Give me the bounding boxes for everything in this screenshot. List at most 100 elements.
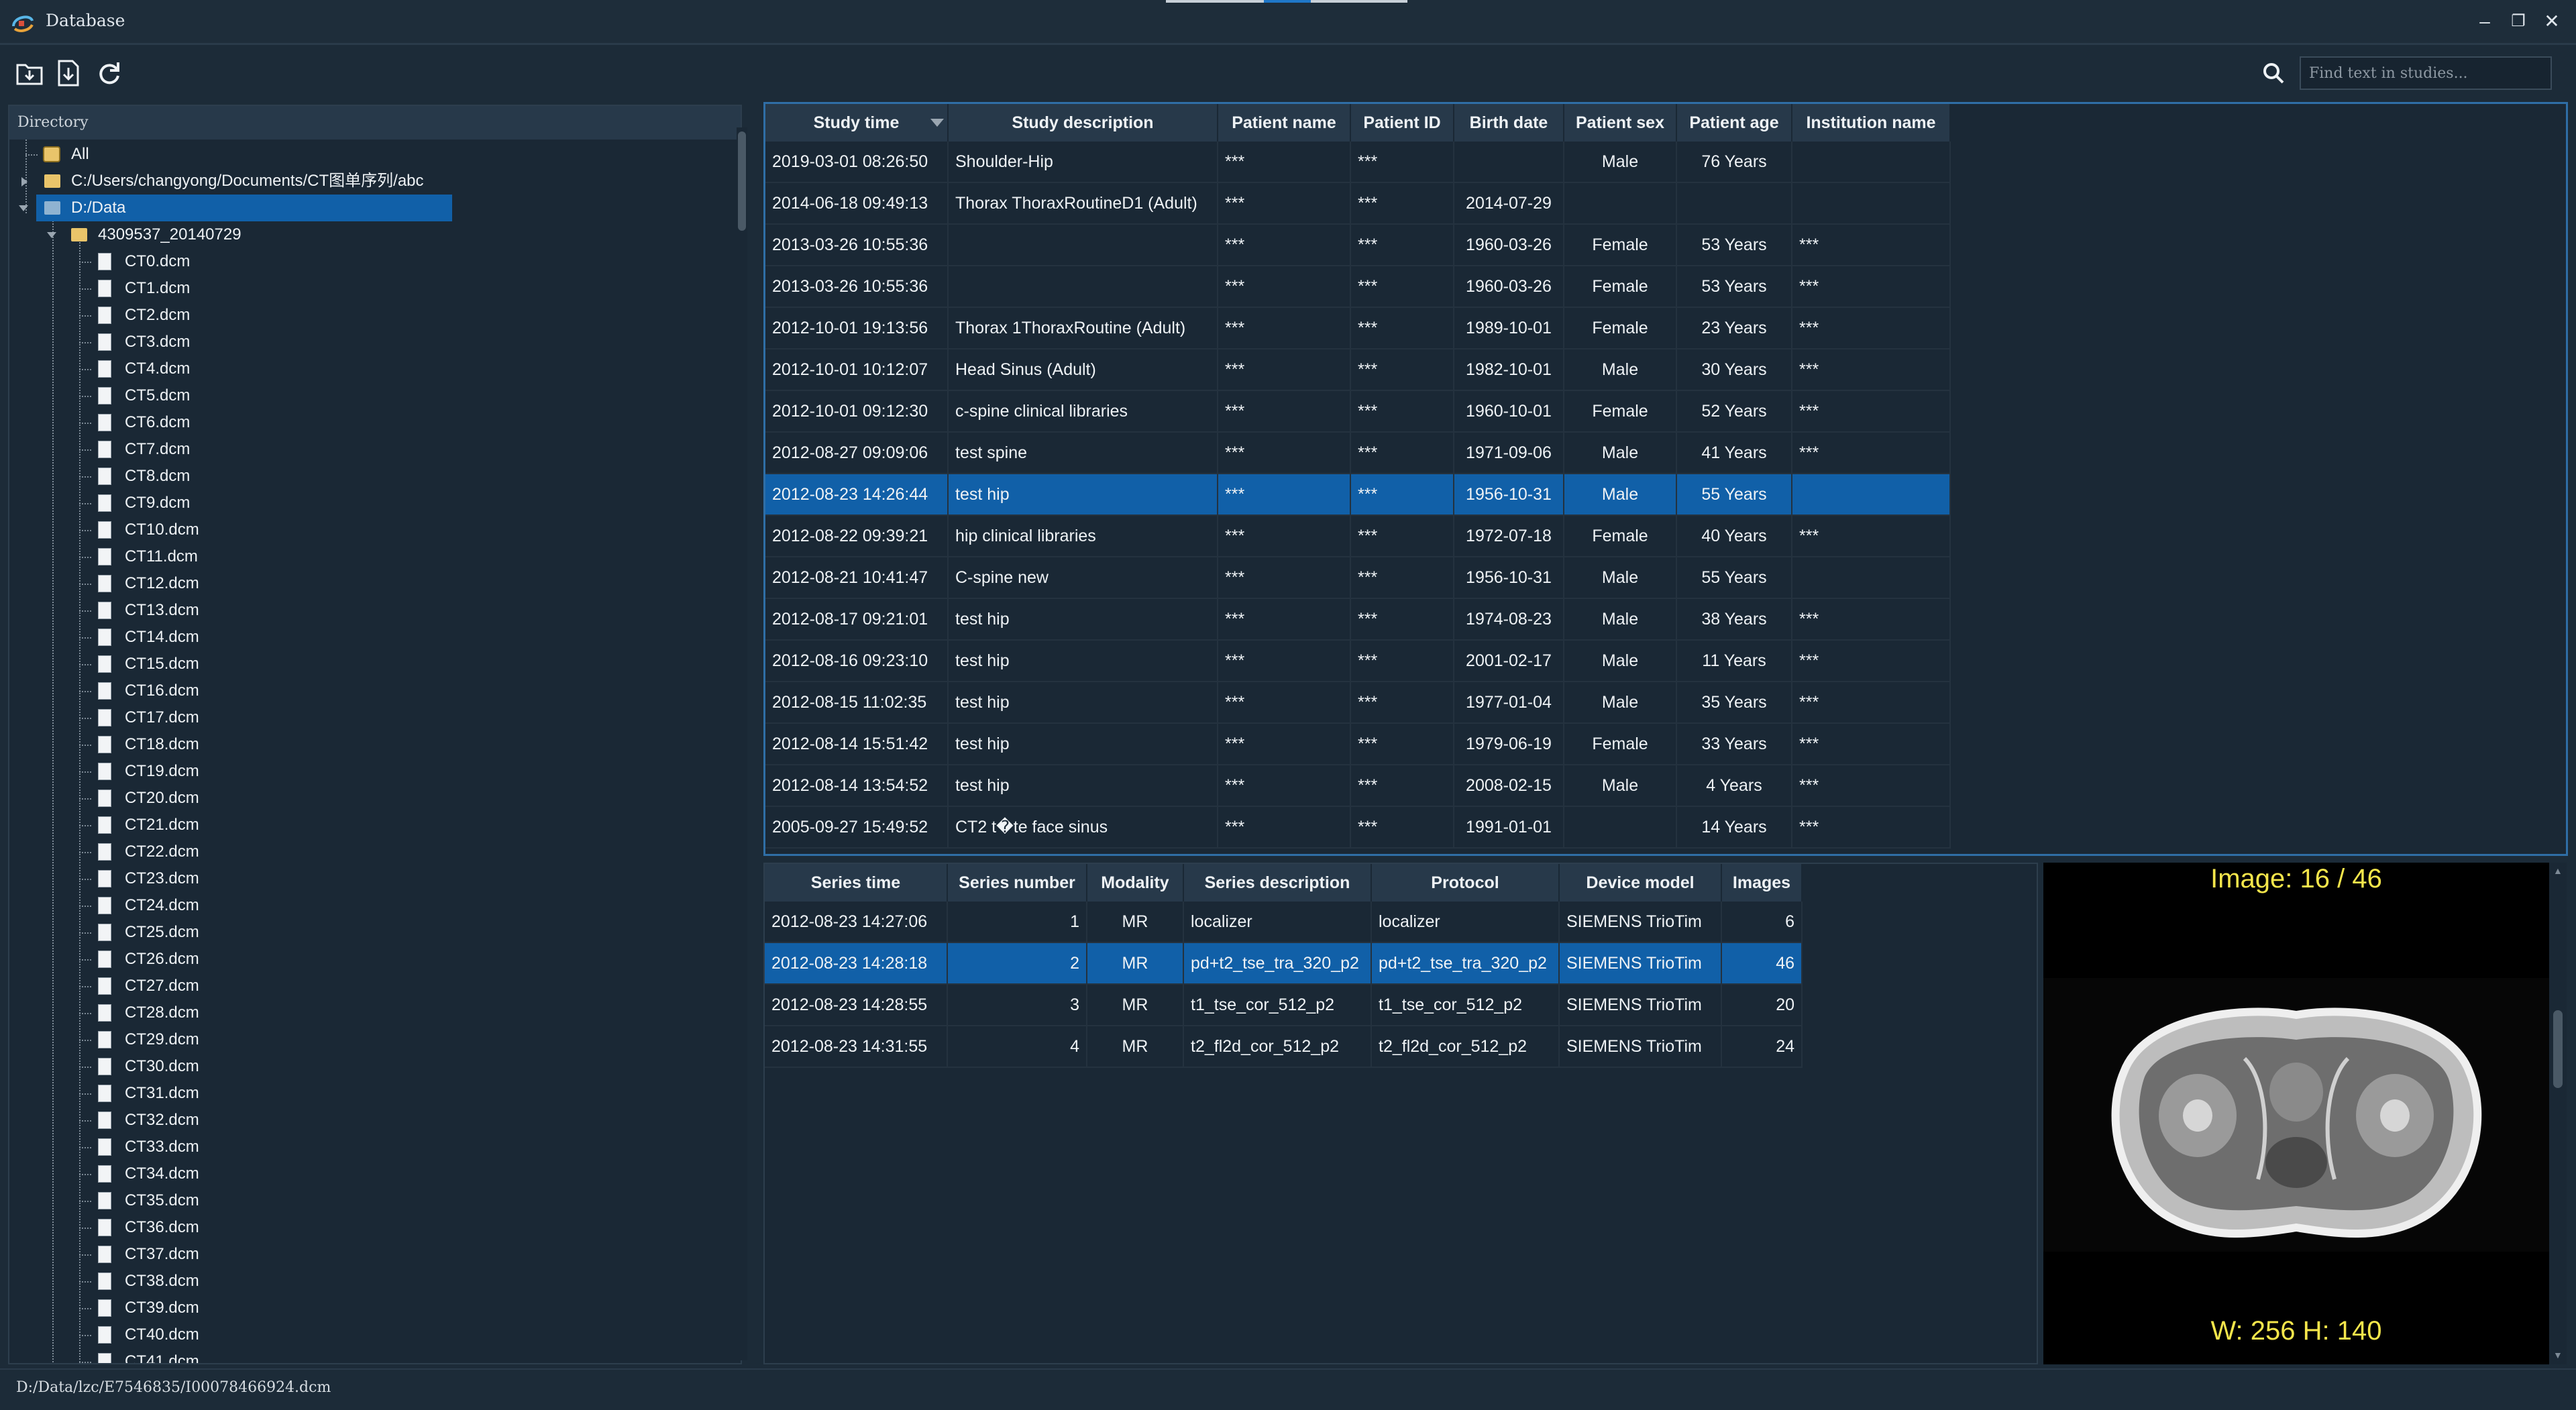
studies-row[interactable]: 2012-08-16 09:23:10test hip******2001-02… (765, 640, 1950, 682)
studies-row[interactable]: 2019-03-01 08:26:50Shoulder-Hip******Mal… (765, 142, 1950, 182)
import-folder-icon[interactable] (15, 58, 44, 88)
tree-item-file[interactable]: CT21.dcm (9, 812, 479, 838)
studies-row[interactable]: 2013-03-26 10:55:36******1960-03-26Femal… (765, 266, 1950, 307)
tree-item-file[interactable]: CT24.dcm (9, 892, 479, 919)
series-column-header[interactable]: Series time (765, 864, 947, 902)
tree-item-file[interactable]: CT9.dcm (9, 490, 479, 517)
tree-item-file[interactable]: CT8.dcm (9, 463, 479, 490)
studies-row[interactable]: 2012-10-01 09:12:30c-spine clinical libr… (765, 390, 1950, 432)
preview-scrollbar[interactable]: ▲ ▼ (2549, 863, 2567, 1364)
series-row[interactable]: 2012-08-23 14:28:553MRt1_tse_cor_512_p2t… (765, 984, 1802, 1026)
tree-item-path-d[interactable]: D:/Data (9, 195, 479, 221)
studies-row[interactable]: 2012-08-14 13:54:52test hip******2008-02… (765, 765, 1950, 806)
studies-row[interactable]: 2012-08-21 10:41:47C-spine new******1956… (765, 557, 1950, 598)
studies-column-header[interactable]: Institution name (1792, 104, 1950, 142)
tree-item-file[interactable]: CT10.dcm (9, 517, 479, 543)
tree-item-file[interactable]: CT25.dcm (9, 919, 479, 946)
tree-item-file[interactable]: CT20.dcm (9, 785, 479, 812)
minimize-button[interactable]: – (2469, 7, 2501, 36)
studies-column-header[interactable]: Study time (765, 104, 948, 142)
image-preview[interactable]: Image: 16 / 46 W: 256 H: 140 (2043, 863, 2549, 1364)
tree-item-file[interactable]: CT26.dcm (9, 946, 479, 973)
tree-item-subfolder[interactable]: 4309537_20140729 (9, 221, 479, 248)
tree-item-file[interactable]: CT39.dcm (9, 1295, 479, 1321)
tree-item-file[interactable]: CT22.dcm (9, 838, 479, 865)
studies-row[interactable]: 2012-08-15 11:02:35test hip******1977-01… (765, 682, 1950, 723)
tree-item-file[interactable]: CT36.dcm (9, 1214, 479, 1241)
tree-item-file[interactable]: CT13.dcm (9, 597, 479, 624)
expand-arrow-icon[interactable] (21, 177, 28, 186)
tree-item-file[interactable]: CT3.dcm (9, 329, 479, 356)
studies-row[interactable]: 2012-08-27 09:09:06test spine******1971-… (765, 432, 1950, 474)
scroll-down-arrow-icon[interactable]: ▼ (2553, 1350, 2563, 1360)
studies-column-header[interactable]: Patient age (1676, 104, 1792, 142)
tree-item-file[interactable]: CT0.dcm (9, 248, 479, 275)
series-column-header[interactable]: Series number (947, 864, 1087, 902)
studies-column-header[interactable]: Study description (948, 104, 1218, 142)
tree-item-file[interactable]: CT6.dcm (9, 409, 479, 436)
series-column-header[interactable]: Series description (1183, 864, 1371, 902)
directory-scrollbar[interactable] (737, 127, 747, 1360)
tree-item-file[interactable]: CT28.dcm (9, 999, 479, 1026)
refresh-icon[interactable] (94, 58, 123, 88)
tree-item-file[interactable]: CT32.dcm (9, 1107, 479, 1134)
studies-row[interactable]: 2014-06-18 09:49:13Thorax ThoraxRoutineD… (765, 182, 1950, 224)
tree-item-file[interactable]: CT40.dcm (9, 1321, 479, 1348)
tree-item-file[interactable]: CT16.dcm (9, 677, 479, 704)
scrollbar-thumb[interactable] (2553, 1010, 2563, 1088)
series-column-header[interactable]: Device model (1559, 864, 1721, 902)
tree-item-path-c[interactable]: C:/Users/changyong/Documents/CT图单序列/abc (9, 168, 479, 195)
studies-column-header[interactable]: Birth date (1454, 104, 1564, 142)
close-button[interactable]: ✕ (2536, 7, 2568, 36)
series-column-header[interactable]: Images (1721, 864, 1802, 902)
studies-row[interactable]: 2012-08-22 09:39:21hip clinical librarie… (765, 515, 1950, 557)
studies-row[interactable]: 2012-08-14 15:51:42test hip******1979-06… (765, 723, 1950, 765)
tree-item-file[interactable]: CT19.dcm (9, 758, 479, 785)
tree-item-file[interactable]: CT5.dcm (9, 382, 479, 409)
series-row[interactable]: 2012-08-23 14:31:554MRt2_fl2d_cor_512_p2… (765, 1026, 1802, 1067)
tree-item-file[interactable]: CT15.dcm (9, 651, 479, 677)
tree-item-file[interactable]: CT27.dcm (9, 973, 479, 999)
collapse-arrow-icon[interactable] (47, 232, 56, 238)
tree-item-file[interactable]: CT38.dcm (9, 1268, 479, 1295)
studies-row[interactable]: 2013-03-26 10:55:36******1960-03-26Femal… (765, 224, 1950, 266)
tree-item-file[interactable]: CT30.dcm (9, 1053, 479, 1080)
studies-row[interactable]: 2012-08-17 09:21:01test hip******1974-08… (765, 598, 1950, 640)
tree-item-file[interactable]: CT31.dcm (9, 1080, 479, 1107)
series-column-header[interactable]: Protocol (1371, 864, 1559, 902)
studies-column-header[interactable]: Patient ID (1350, 104, 1454, 142)
tree-item-file[interactable]: CT18.dcm (9, 731, 479, 758)
download-icon[interactable] (54, 58, 83, 88)
tree-item-file[interactable]: CT4.dcm (9, 356, 479, 382)
tree-item-file[interactable]: CT1.dcm (9, 275, 479, 302)
search-input[interactable] (2300, 56, 2552, 90)
tree-item-all[interactable]: All (9, 141, 479, 168)
tree-item-file[interactable]: CT7.dcm (9, 436, 479, 463)
tree-item-file[interactable]: CT35.dcm (9, 1187, 479, 1214)
collapse-arrow-icon[interactable] (19, 205, 28, 211)
scroll-up-arrow-icon[interactable]: ▲ (2553, 865, 2563, 876)
search-icon[interactable] (2262, 62, 2285, 85)
tree-item-file[interactable]: CT17.dcm (9, 704, 479, 731)
studies-column-header[interactable]: Patient name (1218, 104, 1350, 142)
tree-item-file[interactable]: CT34.dcm (9, 1160, 479, 1187)
tree-item-file[interactable]: CT33.dcm (9, 1134, 479, 1160)
studies-row[interactable]: 2012-08-23 14:26:44test hip******1956-10… (765, 474, 1950, 515)
studies-row[interactable]: 2005-09-27 15:49:52CT2 t�te face sinus**… (765, 806, 1950, 848)
tree-item-file[interactable]: CT11.dcm (9, 543, 479, 570)
studies-row[interactable]: 2012-10-01 10:12:07Head Sinus (Adult)***… (765, 349, 1950, 390)
studies-column-header[interactable]: Patient sex (1564, 104, 1676, 142)
scrollbar-thumb[interactable] (738, 131, 746, 231)
tree-item-file[interactable]: CT12.dcm (9, 570, 479, 597)
tree-item-file[interactable]: CT29.dcm (9, 1026, 479, 1053)
series-column-header[interactable]: Modality (1087, 864, 1183, 902)
sort-descending-icon[interactable] (930, 119, 944, 127)
series-row[interactable]: 2012-08-23 14:28:182MRpd+t2_tse_tra_320_… (765, 942, 1802, 984)
tree-item-file[interactable]: CT14.dcm (9, 624, 479, 651)
series-row[interactable]: 2012-08-23 14:27:061MRlocalizerlocalizer… (765, 902, 1802, 942)
tree-item-file[interactable]: CT37.dcm (9, 1241, 479, 1268)
tree-item-file[interactable]: CT23.dcm (9, 865, 479, 892)
studies-row[interactable]: 2012-10-01 19:13:56Thorax 1ThoraxRoutine… (765, 307, 1950, 349)
tree-item-file[interactable]: CT41.dcm (9, 1348, 479, 1364)
tree-item-file[interactable]: CT2.dcm (9, 302, 479, 329)
